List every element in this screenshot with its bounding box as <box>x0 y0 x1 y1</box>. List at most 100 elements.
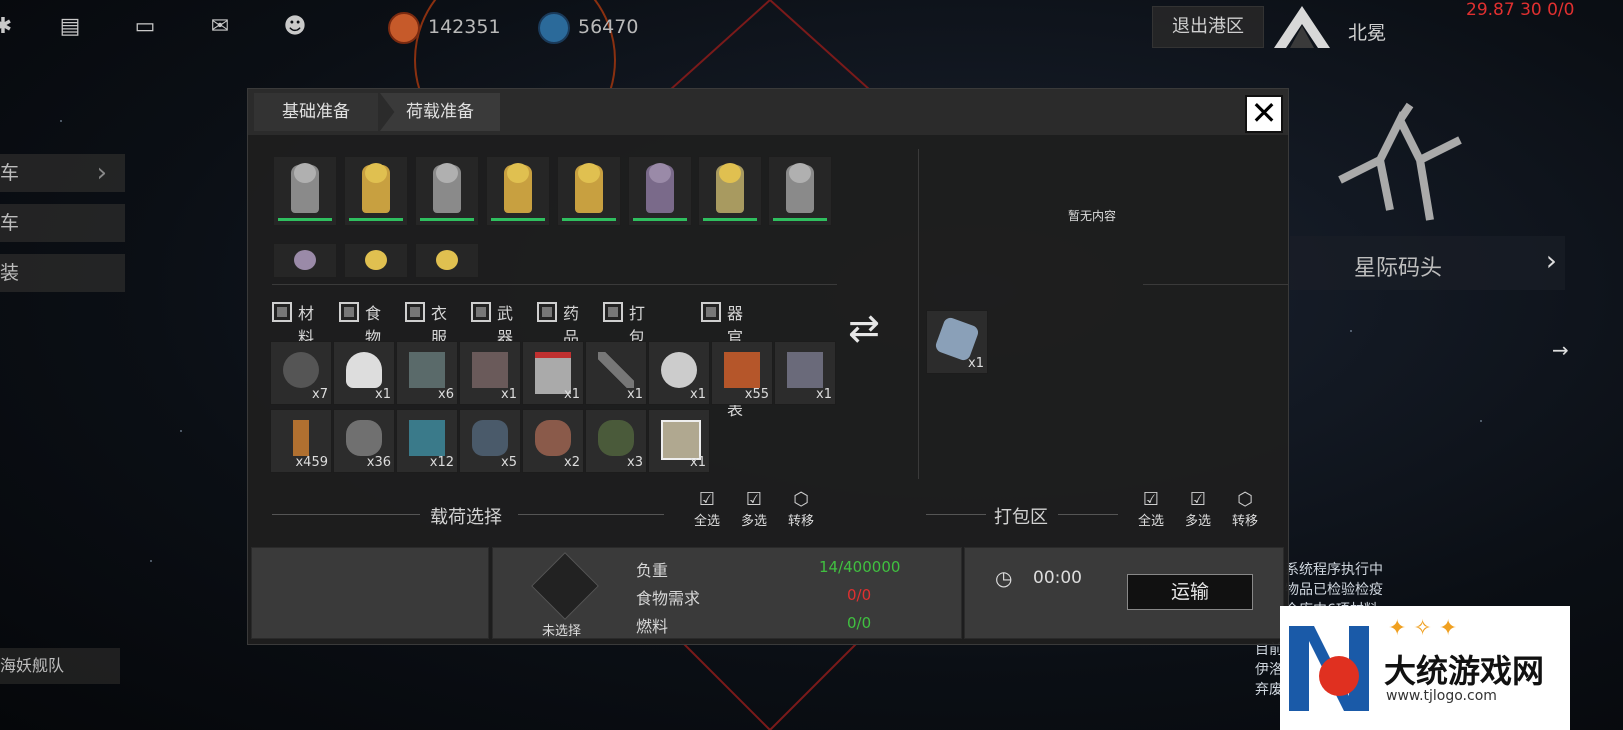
check-icon: ☑ <box>745 489 763 510</box>
cargo-item-helmet[interactable]: x1 <box>333 341 395 405</box>
pack-select-all-button[interactable]: ☑ 全选 <box>1134 490 1168 530</box>
cargo-item-armor-legs[interactable]: x1 <box>522 341 584 405</box>
crew-card[interactable] <box>486 156 550 226</box>
filter-checkbox-clothes[interactable] <box>405 302 425 322</box>
crew-card[interactable] <box>273 156 337 226</box>
panel-divider <box>918 149 919 479</box>
filter-checkbox-weapons[interactable] <box>471 302 491 322</box>
cargo-item-crystal-ore[interactable]: x5 <box>459 409 521 473</box>
crew-head <box>578 163 600 183</box>
tab-bar: 基础准备 荷载准备 ✕ <box>248 89 1288 135</box>
cargo-item-device[interactable]: x6 <box>396 341 458 405</box>
cargo-multi-select-button[interactable]: ☑ 多选 <box>737 489 771 530</box>
moss-rock-icon <box>598 420 634 456</box>
clock-icon: ◷ <box>995 566 1013 590</box>
filter-checkbox-food[interactable] <box>339 302 359 322</box>
resource-orb-icon <box>388 12 420 44</box>
health-bar <box>773 218 827 221</box>
watermark: ✦ ✧ ✦ 大统游戏网 www.tjlogo.com <box>1280 606 1570 730</box>
dock-title-label: 星际码头 <box>1354 256 1443 281</box>
crew-card[interactable] <box>415 156 479 226</box>
cargo-item-ore[interactable]: x7 <box>270 341 332 405</box>
exit-port-button[interactable]: 退出港区 <box>1152 6 1264 48</box>
message-icon[interactable]: ▭ <box>130 14 160 40</box>
copper-ore-icon <box>535 420 571 456</box>
health-bar <box>278 218 332 221</box>
cargo-item-fish[interactable]: x1 <box>648 409 710 473</box>
item-quantity: x7 <box>312 387 328 402</box>
cargo-item-boots[interactable]: x1 <box>459 341 521 405</box>
selection-diamond-icon[interactable] <box>531 552 599 620</box>
log-line: 伊洛 <box>1255 662 1283 678</box>
action-label: 多选 <box>740 514 767 529</box>
action-label: 转移 <box>1231 514 1258 529</box>
sidemenu-item-label: 车 <box>0 162 20 184</box>
crew-head <box>789 163 811 183</box>
crew-card[interactable] <box>768 156 832 226</box>
user-icon[interactable]: ☻ <box>280 14 310 40</box>
item-quantity: x1 <box>816 387 832 402</box>
sidemenu-item-1[interactable]: 车 › <box>0 154 125 192</box>
cargo-transfer-button[interactable]: ⬡ 转移 <box>784 490 818 530</box>
arrow-right-icon[interactable]: → <box>1552 338 1569 362</box>
pack-transfer-button[interactable]: ⬡ 转移 <box>1228 489 1262 530</box>
chevron-right-icon: › <box>96 158 107 188</box>
mail-icon[interactable]: ✉ <box>205 14 235 40</box>
resource-1-value: 142351 <box>428 16 501 38</box>
cargo-select-all-button[interactable]: ☑ 全选 <box>690 490 724 530</box>
filter-checkbox-medicine[interactable] <box>537 302 557 322</box>
ore-icon <box>283 352 319 388</box>
close-button[interactable]: ✕ <box>1245 95 1283 133</box>
sidemenu-item-2[interactable]: 车 <box>0 204 125 242</box>
fleet-label[interactable]: 海妖舰队 <box>0 648 120 684</box>
dock-title[interactable]: 星际码头 › <box>1290 236 1565 290</box>
tab-cargo-prep[interactable]: 荷载准备 <box>380 93 500 131</box>
top-bar: ✱ ▤ ▭ ✉ ☻ 142351 56470 <box>0 0 700 52</box>
pack-item-core[interactable]: x1 <box>926 310 988 374</box>
crew-card[interactable] <box>557 156 621 226</box>
cargo-item-machine[interactable]: x1 <box>774 341 836 405</box>
circuit-icon <box>409 420 445 456</box>
item-quantity: x55 <box>744 387 769 402</box>
cargo-item-steel[interactable]: x36 <box>333 409 395 473</box>
gear-icon[interactable]: ✱ <box>0 14 18 40</box>
food-label: 食物需求 <box>636 589 701 608</box>
food-value: 0/0 <box>847 586 872 604</box>
sidemenu-item-label: 装 <box>0 262 20 284</box>
watermark-logo-icon <box>1289 626 1369 711</box>
log-line: 弃废 <box>1255 682 1283 698</box>
crew-card[interactable] <box>415 243 479 278</box>
cargo-item-rifle[interactable]: x1 <box>585 341 647 405</box>
cargo-item-copper-ore[interactable]: x2 <box>522 409 584 473</box>
section-divider <box>518 514 664 515</box>
fuel-label: 燃料 <box>636 617 669 636</box>
crystal-ore-icon <box>472 420 508 456</box>
filter-checkbox-materials[interactable] <box>272 302 292 322</box>
sidemenu-item-3[interactable]: 装 <box>0 254 125 292</box>
transport-button[interactable]: 运输 <box>1127 574 1253 610</box>
cargo-item-wood-planks[interactable]: x55 <box>711 341 773 405</box>
rifle-icon <box>598 352 634 388</box>
cargo-item-wood[interactable]: x459 <box>270 409 332 473</box>
cube-icon: ⬡ <box>1237 489 1253 510</box>
health-bar <box>703 218 757 221</box>
crew-card[interactable] <box>344 156 408 226</box>
filter-checkbox-organ-items[interactable] <box>701 302 721 322</box>
cargo-item-circuit[interactable]: x12 <box>396 409 458 473</box>
cargo-item-moss-rock[interactable]: x3 <box>585 409 647 473</box>
sidemenu-item-label: 车 <box>0 212 20 234</box>
crew-card[interactable] <box>273 243 337 278</box>
item-quantity: x12 <box>429 455 454 470</box>
timer: 00:00 <box>1033 568 1082 588</box>
crew-card[interactable] <box>698 156 762 226</box>
cargo-item-skull-helmet[interactable]: x1 <box>648 341 710 405</box>
filter-checkbox-packed-buildings[interactable] <box>603 302 623 322</box>
crew-card[interactable] <box>344 243 408 278</box>
crew-head <box>365 250 387 270</box>
pack-multi-select-button[interactable]: ☑ 多选 <box>1181 490 1215 530</box>
crew-card[interactable] <box>628 156 692 226</box>
health-bar <box>491 218 545 221</box>
chat-icon[interactable]: ▤ <box>55 14 85 40</box>
action-label: 多选 <box>1184 514 1211 529</box>
tab-basic-prep[interactable]: 基础准备 <box>254 93 378 131</box>
